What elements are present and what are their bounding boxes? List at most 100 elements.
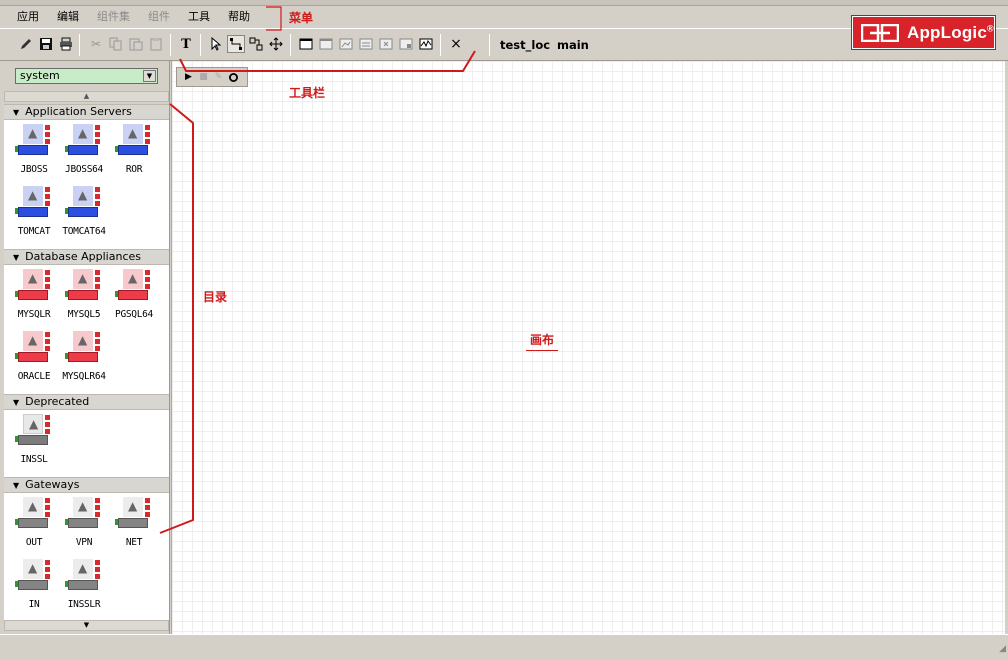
catalog-component[interactable]: ▲ MYSQLR64 [59, 329, 109, 385]
clipboard-icon[interactable] [147, 35, 165, 53]
annotation-menu: 菜单 [289, 11, 314, 25]
catalog-component[interactable]: ▲ ROR [109, 122, 159, 178]
component-label: ROR [125, 164, 143, 175]
appliance-icon: ▲ [115, 497, 151, 529]
toolbar-separator [170, 34, 171, 56]
catalog-section-title: Deprecated [25, 395, 90, 408]
appliance-icon: ▲ [115, 269, 151, 301]
assembly-name: main [557, 38, 589, 52]
catalog-component[interactable]: ▲ TOMCAT64 [59, 184, 109, 240]
cut-icon[interactable]: ✂ [87, 35, 105, 53]
catalog-component[interactable]: ▲ MYSQLR [9, 267, 59, 323]
catalog-section-title: Gateways [25, 478, 80, 491]
move-icon[interactable] [267, 35, 285, 53]
stop-icon[interactable]: ■ [198, 71, 209, 83]
window5-icon[interactable] [377, 35, 395, 53]
catalog-component[interactable]: ▲ TOMCAT [9, 184, 59, 240]
appliance-icon: ▲ [15, 497, 51, 529]
annotation-canvas: 画布 [526, 331, 559, 351]
appliance-icon: ▲ [65, 331, 101, 363]
connect-icon[interactable] [227, 35, 245, 53]
edit-icon[interactable]: ✎ [213, 71, 224, 83]
collapse-triangle-icon[interactable]: ▼ [13, 481, 19, 490]
menu-app[interactable]: 应用 [8, 7, 48, 27]
appliance-icon: ▲ [15, 414, 51, 446]
catalog-section-header[interactable]: ▼ Application Servers [4, 104, 169, 120]
catalog-section-header[interactable]: ▼ Database Appliances [4, 249, 169, 265]
refresh-icon[interactable] [228, 71, 239, 83]
catalog-component[interactable]: ▲ OUT [9, 495, 59, 551]
window2-icon[interactable] [317, 35, 335, 53]
application-name: test_loc [500, 38, 551, 52]
play-icon[interactable]: ▶ [183, 71, 194, 83]
catalog-component[interactable]: ▲ IN [9, 557, 59, 613]
group-icon[interactable] [247, 35, 265, 53]
menu-tools[interactable]: 工具 [179, 7, 219, 27]
save-icon[interactable] [37, 35, 55, 53]
toolbar-separator [200, 34, 201, 56]
catalog-section-title: Database Appliances [25, 250, 141, 263]
catalog-component[interactable]: ▲ MYSQL5 [59, 267, 109, 323]
component-label: INSSL [20, 454, 48, 465]
text-icon[interactable]: T [177, 35, 195, 53]
appliance-icon: ▲ [15, 124, 51, 156]
catalog-component[interactable]: ▲ NET [109, 495, 159, 551]
close-icon[interactable]: × [447, 35, 465, 53]
copy-icon[interactable] [107, 35, 125, 53]
pointer-icon[interactable] [207, 35, 225, 53]
component-label: MYSQLR64 [62, 371, 106, 382]
appliance-icon: ▲ [15, 186, 51, 218]
chart-icon[interactable] [417, 35, 435, 53]
catalog-select-value: system [20, 69, 60, 82]
catalog-section-title: Application Servers [25, 105, 132, 118]
menu-package[interactable]: 组件集 [88, 7, 139, 27]
print-icon[interactable] [57, 35, 75, 53]
appliance-icon: ▲ [65, 186, 101, 218]
catalog-component[interactable]: ▲ INSSLR [59, 557, 109, 613]
appliance-icon: ▲ [115, 124, 151, 156]
appliance-icon: ▲ [15, 269, 51, 301]
catalog-list: ▼ Application Servers ▲ JBOSS ▲ JBOSS64 ▲ ROR ▲ T… [4, 104, 169, 620]
collapse-triangle-icon[interactable]: ▼ [13, 108, 19, 117]
catalog-scroll-up-button[interactable]: ▲ [4, 91, 169, 102]
toolbar-separator [440, 34, 441, 56]
appliance-icon: ▲ [65, 124, 101, 156]
paste-icon[interactable] [127, 35, 145, 53]
catalog-component[interactable]: ▲ INSSL [9, 412, 59, 468]
canvas-toolbar: ▶ ■ ✎ [176, 67, 248, 87]
toolbar-separator [290, 34, 291, 56]
component-label: INSSLR [67, 599, 101, 610]
catalog-scroll-down-button[interactable]: ▼ [4, 620, 169, 631]
window6-icon[interactable] [397, 35, 415, 53]
annotation-catalog: 目录 [203, 290, 228, 304]
canvas[interactable]: ▶ ■ ✎ [171, 61, 1005, 634]
appliance-icon: ▲ [65, 497, 101, 529]
window3-icon[interactable] [337, 35, 355, 53]
catalog-panel: system ▼ ▲ ▼ Application Servers ▲ JBOSS ▲ JB… [4, 61, 170, 634]
menu-edit[interactable]: 编辑 [48, 7, 88, 27]
catalog-component[interactable]: ▲ VPN [59, 495, 109, 551]
collapse-triangle-icon[interactable]: ▼ [13, 398, 19, 407]
component-label: PGSQL64 [115, 309, 153, 320]
appliance-icon: ▲ [65, 269, 101, 301]
window1-icon[interactable] [297, 35, 315, 53]
catalog-component[interactable]: ▲ JBOSS [9, 122, 59, 178]
menu-component[interactable]: 组件 [139, 7, 179, 27]
catalog-section-header[interactable]: ▼ Gateways [4, 477, 169, 493]
appliance-icon: ▲ [15, 331, 51, 363]
window4-icon[interactable] [357, 35, 375, 53]
catalog-component[interactable]: ▲ ORACLE [9, 329, 59, 385]
catalog-component[interactable]: ▲ PGSQL64 [109, 267, 159, 323]
menu-help[interactable]: 帮助 [219, 7, 259, 27]
catalog-section-header[interactable]: ▼ Deprecated [4, 394, 169, 410]
pencil-icon[interactable] [17, 35, 35, 53]
component-label: TOMCAT64 [62, 226, 106, 237]
catalog-select[interactable]: system ▼ [15, 68, 158, 84]
toolbar-separator [79, 34, 80, 56]
collapse-triangle-icon[interactable]: ▼ [13, 253, 19, 262]
resize-grip-icon[interactable]: ◢ [999, 644, 1006, 654]
toolbar-separator [489, 34, 490, 56]
applogic-logo-text: AppLogic® [907, 22, 994, 42]
catalog-component[interactable]: ▲ JBOSS64 [59, 122, 109, 178]
chevron-down-icon[interactable]: ▼ [143, 70, 156, 82]
